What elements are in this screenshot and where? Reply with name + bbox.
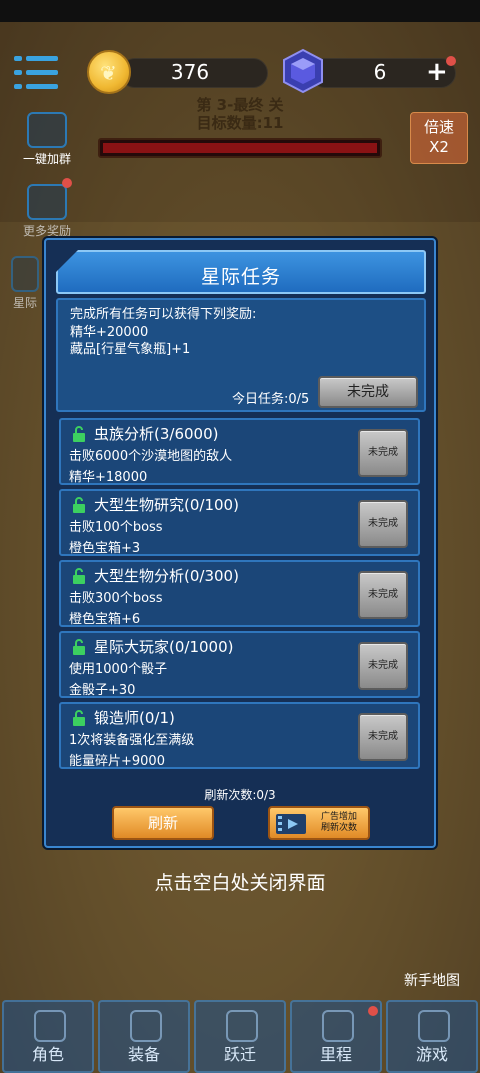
unlock-icon <box>73 497 85 513</box>
speed-button[interactable]: 倍速 X2 <box>410 112 468 164</box>
quest-desc: 1次将装备强化至满级 <box>69 733 195 748</box>
quest-card: 大型生物分析(0/300) 击败300个boss 橙色宝箱+6 未完成 <box>59 560 420 627</box>
ad-refresh-line2: 刷新次数 <box>320 823 357 833</box>
quest-card: 大型生物研究(0/100) 击败100个boss 橙色宝箱+3 未完成 <box>59 489 420 556</box>
quest-status-button[interactable]: 未完成 <box>358 642 408 690</box>
unlock-icon <box>73 426 85 442</box>
quest-card: 锻造师(0/1) 1次将装备强化至满级 能量碎片+9000 未完成 <box>59 702 420 769</box>
nav-label: 跃迁 <box>223 1045 256 1064</box>
notification-dot <box>446 56 456 66</box>
transition-icon <box>226 1010 258 1042</box>
close-hint: 点击空白处关闭界面 <box>154 872 326 894</box>
film-icon <box>27 184 67 220</box>
refresh-count: 刷新次数:0/3 <box>204 788 276 802</box>
coin-icon: ❦ <box>87 50 131 94</box>
map-label[interactable]: 新手地图 <box>404 970 460 990</box>
quest-card: 星际大玩家(0/1000) 使用1000个骰子 金骰子+30 未完成 <box>59 631 420 698</box>
summary-status-button[interactable]: 未完成 <box>318 376 418 408</box>
quest-card: 虫族分析(3/6000) 击败6000个沙漠地图的敌人 精华+18000 未完成 <box>59 418 420 485</box>
quest-title: 大型生物研究(0/100) <box>94 496 239 514</box>
level-stage: 第 3-最终 关 <box>196 96 284 114</box>
summary-intro: 完成所有任务可以获得下列奖励: <box>70 307 257 322</box>
nav-character[interactable]: 角色 <box>2 1000 94 1073</box>
star-icon <box>322 1010 354 1042</box>
quest-reward: 能量碎片+9000 <box>69 754 165 769</box>
nav-label: 装备 <box>127 1045 160 1064</box>
quest-status-button[interactable]: 未完成 <box>358 713 408 761</box>
add-group-label: 一键加群 <box>22 152 71 166</box>
panel-title: 星际任务 <box>200 266 281 288</box>
bottom-nav: 角色 装备 跃迁 里程 游戏 <box>0 1000 480 1073</box>
speed-label: 倍速 <box>423 118 454 136</box>
quest-title: 大型生物分析(0/300) <box>94 567 239 585</box>
quest-desc: 击败100个boss <box>69 520 163 535</box>
game-icon <box>418 1010 450 1042</box>
nav-label: 游戏 <box>415 1045 448 1064</box>
summary-reward-1: 精华+20000 <box>70 325 149 340</box>
quest-status-button[interactable]: 未完成 <box>358 429 408 477</box>
group-add-icon <box>27 112 67 148</box>
quest-reward: 橙色宝箱+3 <box>69 541 141 556</box>
add-group-button[interactable]: 一键加群 <box>12 112 82 167</box>
ad-refresh-line1: 广告增加 <box>320 812 357 822</box>
quest-title: 星际大玩家(0/1000) <box>94 638 234 656</box>
gem-value: 6 <box>373 60 387 84</box>
quest-reward: 橙色宝箱+6 <box>69 612 141 627</box>
milestone-notification-dot <box>368 1006 378 1016</box>
add-gems-button[interactable]: + <box>426 59 448 85</box>
refresh-button[interactable]: 刷新 <box>112 806 214 840</box>
reward-summary: 完成所有任务可以获得下列奖励: 精华+20000 藏品[行星气象瓶]+1 今日任… <box>56 298 426 412</box>
ad-refresh-label: 广告增加 刷新次数 <box>310 812 368 834</box>
character-icon <box>34 1010 66 1042</box>
unlock-icon <box>73 639 85 655</box>
ad-refresh-button[interactable]: 广告增加 刷新次数 <box>268 806 370 840</box>
quest-reward: 金骰子+30 <box>69 683 136 698</box>
quest-title: 虫族分析(3/6000) <box>94 425 219 443</box>
nav-transition[interactable]: 跃迁 <box>194 1000 286 1073</box>
status-bar <box>0 0 480 22</box>
equipment-icon <box>130 1010 162 1042</box>
boss-hp-bar <box>98 138 382 158</box>
unlock-icon <box>73 710 85 726</box>
unlock-icon <box>73 568 85 584</box>
quest-title: 锻造师(0/1) <box>94 709 175 727</box>
menu-icon[interactable] <box>14 52 58 92</box>
panel-header: 星际任务 <box>56 250 426 294</box>
quest-status-button[interactable]: 未完成 <box>358 500 408 548</box>
quest-desc: 使用1000个骰子 <box>69 662 168 677</box>
nav-equipment[interactable]: 装备 <box>98 1000 190 1073</box>
quest-panel: 星际任务 完成所有任务可以获得下列奖励: 精华+20000 藏品[行星气象瓶]+… <box>44 238 436 848</box>
level-info: 第 3-最终 关 目标数量:11 <box>150 96 330 132</box>
quest-desc: 击败300个boss <box>69 591 163 606</box>
quest-reward: 精华+18000 <box>69 470 148 485</box>
today-tasks: 今日任务:0/5 <box>232 392 310 407</box>
quest-status-button[interactable]: 未完成 <box>358 571 408 619</box>
rewards-notification-dot <box>62 178 72 188</box>
gem-icon <box>283 48 323 94</box>
summary-reward-2: 藏品[行星气象瓶]+1 <box>70 342 191 357</box>
coin-value: 376 <box>170 60 210 84</box>
speed-value: X2 <box>429 138 449 156</box>
nav-game[interactable]: 游戏 <box>386 1000 478 1073</box>
level-target: 目标数量:11 <box>196 114 284 132</box>
nav-label: 角色 <box>31 1045 64 1064</box>
nav-label: 里程 <box>319 1045 352 1064</box>
quest-desc: 击败6000个沙漠地图的敌人 <box>69 449 233 464</box>
video-ad-icon <box>276 814 306 834</box>
